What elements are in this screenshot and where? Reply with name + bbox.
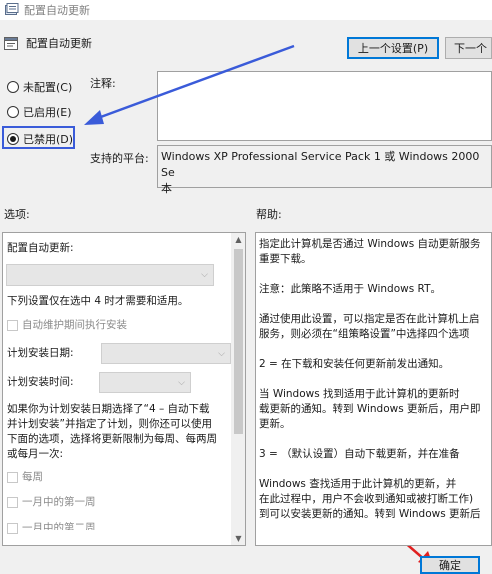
help-line: 通过使用此设置，可以指定是否在此计算机上启 xyxy=(259,313,480,325)
weekly-checkbox[interactable] xyxy=(7,472,18,483)
help-text: 指定此计算机是否通过 Windows 自动更新服务 重要下载。 注意：此策略不适… xyxy=(259,237,481,522)
help-line xyxy=(259,267,481,282)
help-line: 到可以安装更新的通知。转到 Windows 更新后 xyxy=(259,508,481,520)
options-paragraph-line: 或每月一次: xyxy=(7,448,64,460)
configure-label: 配置自动更新: xyxy=(7,242,74,254)
annotation-arrow-blue xyxy=(97,44,295,120)
ok-button-label: 确定 xyxy=(439,559,461,572)
annotation-arrowhead-blue xyxy=(84,110,104,125)
help-line: 在此过程中，用户不会收到通知或被打断工作) xyxy=(259,493,474,505)
options-label: 选项: xyxy=(4,208,30,221)
options-paragraph-line: 下面的选项，选择将更新限制为每周、每两周 xyxy=(7,433,217,445)
options-paragraph-line: 并计划安装”并指定了计划，则你还可以使用 xyxy=(7,418,212,430)
chevron-down-icon: ⌵ xyxy=(201,270,208,280)
options-paragraph-line: 如果你为计划安装日期选择了“4 – 自动下载 xyxy=(7,403,210,415)
help-line xyxy=(259,462,481,477)
first-week-label: 一月中的第一周 xyxy=(22,496,96,508)
help-line xyxy=(259,372,481,387)
maintenance-checkbox[interactable] xyxy=(7,320,18,331)
chevron-down-icon: ⌵ xyxy=(178,378,185,388)
install-day-label: 计划安装日期: xyxy=(7,347,74,359)
help-line: 注意：此策略不适用于 Windows RT。 xyxy=(259,283,441,295)
scroll-down-icon[interactable]: ▼ xyxy=(231,534,245,543)
help-panel: 指定此计算机是否通过 Windows 自动更新服务 重要下载。 注意：此策略不适… xyxy=(255,232,492,546)
help-line xyxy=(259,297,481,312)
options-note: 下列设置仅在选中 4 时才需要和适用。 xyxy=(7,295,189,307)
help-line: 当 Windows 找到适用于此计算机的更新时 xyxy=(259,388,460,400)
help-line: 2 = 在下载和安装任何更新前发出通知。 xyxy=(259,358,450,370)
help-line: 载更新的通知。转到 Windows 更新后，用户即 xyxy=(259,403,481,415)
options-scrollbar[interactable]: ▲ ▼ xyxy=(231,233,245,545)
help-line: 服务，则必须在“组策略设置”中选择四个选项 xyxy=(259,328,470,340)
first-week-checkbox[interactable] xyxy=(7,497,18,508)
help-line xyxy=(259,432,481,447)
help-line: 重要下载。 xyxy=(259,253,312,265)
scroll-up-icon[interactable]: ▲ xyxy=(231,235,245,244)
maintenance-label: 自动维护期间执行安装 xyxy=(22,319,127,331)
options-panel: 配置自动更新: ⌵ 下列设置仅在选中 4 时才需要和适用。 自动维护期间执行安装… xyxy=(2,232,246,546)
help-line: 3 = （默认设置）自动下载更新，并在准备 xyxy=(259,448,460,460)
options-scroll-thumb[interactable] xyxy=(234,249,243,434)
second-week-label: 一月中的第二周 xyxy=(22,522,96,530)
second-week-checkbox[interactable] xyxy=(7,523,18,534)
weekly-label: 每周 xyxy=(22,471,43,483)
install-time-label: 计划安装时间: xyxy=(7,376,74,388)
help-line: Windows 查找适用于此计算机的更新，并 xyxy=(259,478,457,490)
chevron-down-icon: ⌵ xyxy=(218,349,225,359)
help-line: 更新。 xyxy=(259,418,291,430)
configure-dropdown[interactable]: ⌵ xyxy=(6,264,214,286)
help-label: 帮助: xyxy=(256,208,282,221)
install-day-dropdown[interactable]: ⌵ xyxy=(101,343,231,364)
help-line: 指定此计算机是否通过 Windows 自动更新服务 xyxy=(259,238,481,250)
ok-button[interactable]: 确定 xyxy=(420,556,480,574)
help-line xyxy=(259,342,481,357)
install-time-dropdown[interactable]: ⌵ xyxy=(99,372,191,393)
